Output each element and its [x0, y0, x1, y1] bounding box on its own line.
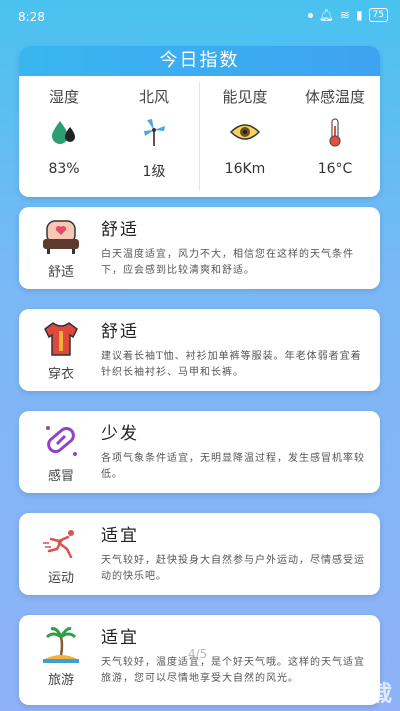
palm-tree-icon	[43, 627, 79, 663]
index-level: 舒适	[101, 220, 139, 240]
status-time: 8:28	[18, 10, 45, 24]
battery-icon: 75	[368, 8, 388, 22]
runner-icon	[43, 530, 74, 559]
index-category: 旅游	[47, 673, 74, 688]
today-index-card: 今日指数 湿度 83% 北风 1级 能见度 16Km 体感温度 16°C	[19, 46, 380, 197]
metric-value: 16°C	[317, 161, 353, 177]
index-card-cold[interactable]: 感冒 少发 各项气象条件适宜，无明显降温过程，发生感冒机率较低。	[19, 411, 380, 493]
metric-humidity: 湿度 83%	[19, 76, 109, 197]
index-level: 少发	[101, 424, 139, 444]
shirt-icon	[44, 322, 78, 356]
signal-icon: ▮	[355, 8, 363, 22]
metric-feels-like: 体感温度 16°C	[290, 76, 380, 197]
sofa-icon	[43, 220, 79, 254]
pill-icon	[46, 426, 77, 456]
metric-wind: 北风 1级	[109, 76, 199, 197]
status-icons: 🔔︎ ≋ ▮ 75	[307, 8, 388, 22]
thermometer-icon	[290, 115, 380, 149]
index-category: 感冒	[47, 469, 74, 484]
index-description: 天气较好，赶快投身大自然参与户外运动，尽情感受运动的快乐吧。	[101, 555, 365, 582]
index-description: 白天温度适宜，风力不大，相信您在这样的天气条件下，应会感到比较清爽和舒适。	[101, 249, 354, 276]
metric-value: 16Km	[224, 161, 266, 177]
eye-icon	[200, 115, 290, 149]
metric-label: 体感温度	[304, 88, 365, 106]
index-card-dressing[interactable]: 穿衣 舒适 建议着长袖T恤、衬衫加单裤等服装。年老体弱者宜着针织长袖衬衫、马甲和…	[19, 309, 380, 391]
index-level: 舒适	[101, 322, 139, 342]
index-description: 各项气象条件适宜，无明显降温过程，发生感冒机率较低。	[101, 453, 365, 480]
index-description: 建议着长袖T恤、衬衫加单裤等服装。年老体弱者宜着针织长袖衬衫、马甲和长裤。	[101, 351, 362, 378]
metric-value: 1级	[142, 164, 166, 180]
page-indicator: 4/5	[188, 647, 208, 661]
index-level: 适宜	[101, 628, 139, 648]
index-category: 舒适	[47, 265, 74, 280]
index-card-sport[interactable]: 运动 适宜 天气较好，赶快投身大自然参与户外运动，尽情感受运动的快乐吧。	[19, 513, 380, 595]
index-category: 穿衣	[47, 367, 74, 382]
notification-dot-icon	[307, 12, 313, 18]
metric-label: 北风	[138, 88, 169, 106]
index-card-comfort[interactable]: 舒适 舒适 白天温度适宜，风力不大，相信您在这样的天气条件下，应会感到比较清爽和…	[19, 207, 380, 289]
bell-icon: 🔔︎	[318, 8, 334, 22]
metric-value: 83%	[48, 161, 80, 177]
index-category: 运动	[47, 571, 74, 586]
humidity-drops-icon	[19, 115, 109, 149]
metric-visibility: 能见度 16Km	[200, 76, 290, 197]
status-bar: 8:28 🔔︎ ≋ ▮ 75	[0, 0, 400, 30]
metric-label: 湿度	[48, 88, 79, 106]
wifi-icon: ≋	[339, 8, 350, 22]
index-level: 适宜	[101, 526, 139, 546]
watermark: 一听下载	[297, 682, 394, 707]
windmill-icon	[109, 115, 199, 149]
today-index-title: 今日指数	[19, 46, 380, 76]
metric-label: 能见度	[222, 88, 268, 106]
